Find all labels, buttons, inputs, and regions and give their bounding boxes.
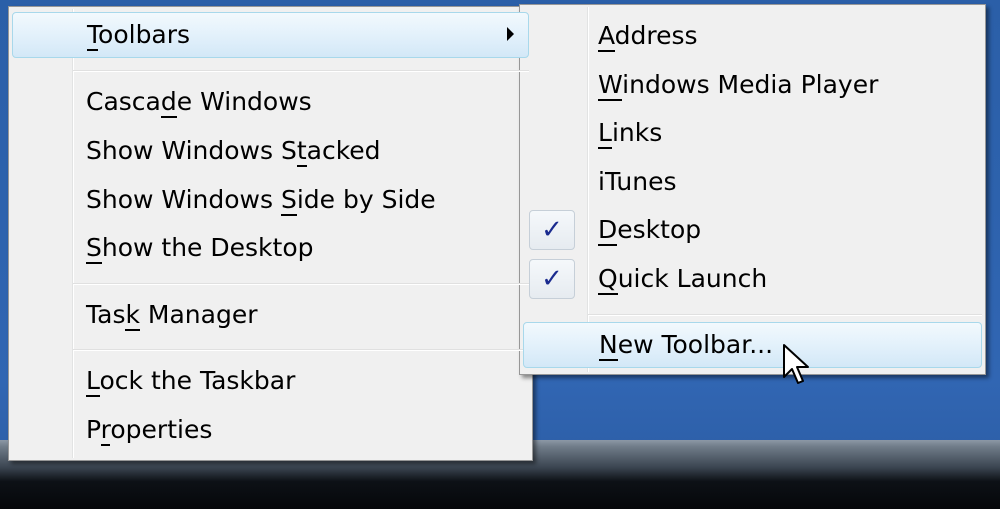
menu-item-label: Lock the Taskbar <box>86 366 296 397</box>
menu-item-label: Show Windows Side by Side <box>86 185 436 216</box>
menu-item-cascade-windows[interactable]: Cascade Windows <box>12 79 529 125</box>
toolbars-submenu: Address Windows Media Player Links iTune… <box>519 4 986 375</box>
menu-item-properties[interactable]: Properties <box>12 407 529 453</box>
menu-item-label: Windows Media Player <box>598 70 879 101</box>
menu-item-label: Links <box>598 118 663 149</box>
menu-item-label: Toolbars <box>87 20 191 51</box>
submenu-item-quick-launch[interactable]: ✓ Quick Launch <box>523 256 982 302</box>
menu-item-show-windows-side-by-side[interactable]: Show Windows Side by Side <box>12 177 529 223</box>
menu-separator <box>73 70 529 72</box>
menu-item-label: iTunes <box>598 167 677 196</box>
menu-separator <box>588 314 982 316</box>
mouse-pointer-icon <box>783 344 809 384</box>
menu-item-label: New Toolbar... <box>599 330 774 361</box>
chevron-right-icon <box>507 27 514 41</box>
menu-item-show-the-desktop[interactable]: Show the Desktop <box>12 225 529 271</box>
menu-separator <box>73 283 529 285</box>
menu-item-label: Address <box>598 21 698 52</box>
checkmark-icon: ✓ <box>529 210 575 250</box>
menu-item-lock-the-taskbar[interactable]: Lock the Taskbar <box>12 358 529 404</box>
submenu-item-links[interactable]: Links <box>523 110 982 156</box>
menu-item-label: Quick Launch <box>598 264 768 295</box>
menu-separator <box>73 349 529 351</box>
checkmark-icon: ✓ <box>529 259 575 299</box>
menu-item-label: Show the Desktop <box>86 233 314 264</box>
menu-item-task-manager[interactable]: Task Manager <box>12 292 529 338</box>
taskbar-context-menu: Toolbars Cascade Windows Show Windows St… <box>8 6 533 461</box>
menu-item-label: Cascade Windows <box>86 87 312 118</box>
submenu-item-desktop[interactable]: ✓ Desktop <box>523 207 982 253</box>
submenu-item-itunes[interactable]: iTunes <box>523 159 982 205</box>
menu-item-label: Show Windows Stacked <box>86 136 381 167</box>
submenu-item-windows-media-player[interactable]: Windows Media Player <box>523 62 982 108</box>
submenu-item-address[interactable]: Address <box>523 13 982 59</box>
menu-item-label: Desktop <box>598 215 702 246</box>
menu-item-toolbars[interactable]: Toolbars <box>12 12 529 58</box>
menu-item-show-windows-stacked[interactable]: Show Windows Stacked <box>12 128 529 174</box>
menu-item-label: Properties <box>86 415 213 446</box>
submenu-item-new-toolbar[interactable]: New Toolbar... <box>523 322 982 368</box>
menu-item-label: Task Manager <box>86 300 258 331</box>
